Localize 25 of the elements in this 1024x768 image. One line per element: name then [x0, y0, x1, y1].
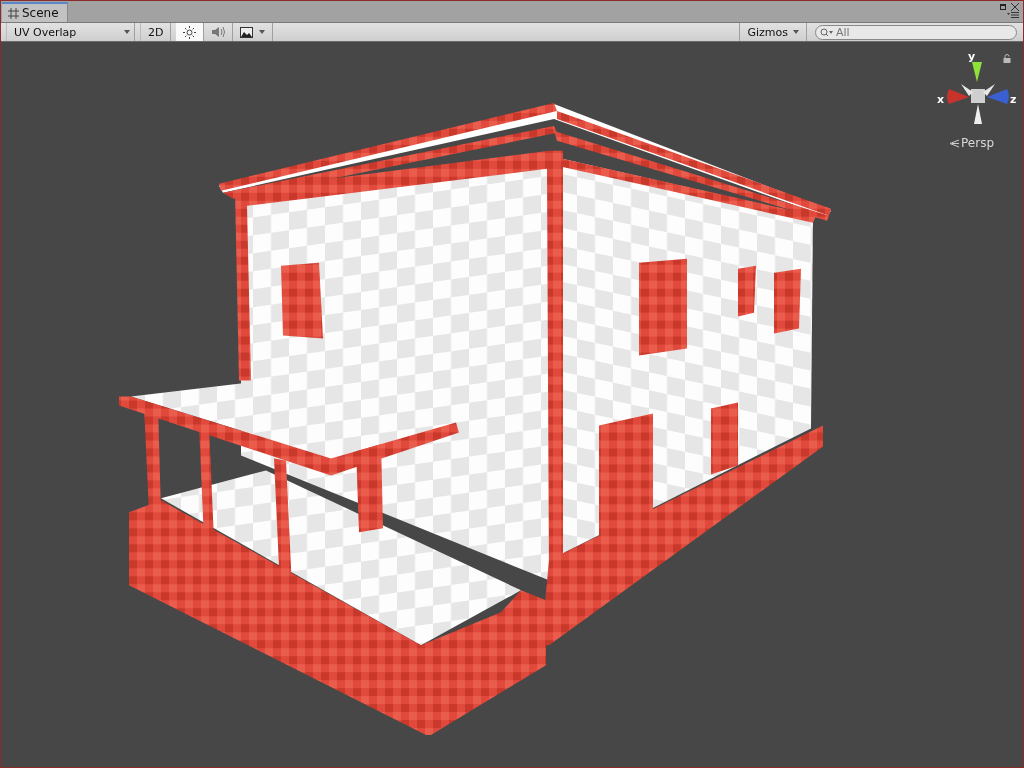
gizmos-dropdown[interactable]: Gizmos	[739, 23, 807, 41]
axis-label: x	[937, 93, 945, 106]
axis-label: z	[1010, 93, 1017, 106]
axis-label: y	[968, 50, 976, 63]
sun-icon	[183, 25, 197, 39]
caret-icon	[793, 30, 799, 34]
axis-gizmo-drawing[interactable]	[947, 62, 1009, 124]
image-icon	[240, 26, 254, 38]
projection-text: Persp	[961, 136, 994, 150]
draw-mode-dropdown[interactable]: UV Overlap	[6, 23, 135, 41]
search-icon	[820, 28, 834, 37]
speaker-icon	[211, 26, 226, 38]
menu-icon[interactable]	[1007, 12, 1019, 18]
search-field[interactable]: All	[815, 25, 1017, 40]
chevron-icon	[949, 138, 959, 148]
caret-icon	[259, 30, 266, 34]
lighting-toggle[interactable]	[176, 23, 205, 41]
close-icon[interactable]	[1011, 3, 1019, 11]
scene-tab[interactable]: Scene	[2, 2, 68, 22]
2d-toggle[interactable]: 2D	[140, 23, 172, 41]
maximize-icon[interactable]	[1000, 4, 1006, 10]
caret-icon	[124, 30, 130, 34]
lock-icon[interactable]	[1003, 54, 1011, 63]
projection-label[interactable]: Persp	[949, 136, 994, 150]
grid-icon	[8, 7, 19, 19]
